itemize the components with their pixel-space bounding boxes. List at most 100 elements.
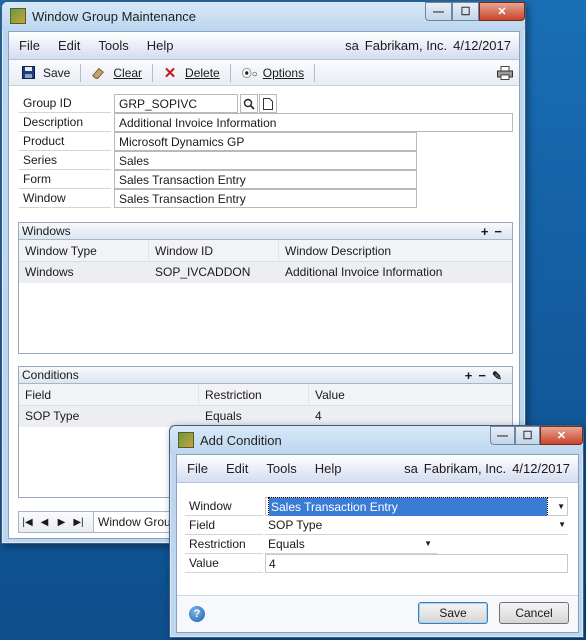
minimize-button[interactable]: — <box>490 426 515 445</box>
column-header[interactable]: Field <box>19 384 199 405</box>
edit-condition-icon[interactable]: ✎ <box>492 369 508 383</box>
menu-help[interactable]: Help <box>315 461 342 476</box>
app-icon <box>178 432 194 448</box>
menu-edit[interactable]: Edit <box>226 461 248 476</box>
condition-value-cell: 4 <box>315 409 322 423</box>
series-value: Sales <box>114 151 417 170</box>
group-id-input[interactable]: GRP_SOPIVC <box>114 94 238 113</box>
delete-label: Delete <box>185 65 220 80</box>
header-fields: Group ID GRP_SOPIVC Description Addition… <box>19 94 514 214</box>
window-title: Window Group Maintenance <box>32 8 197 24</box>
close-button[interactable]: ✕ <box>540 426 583 445</box>
window-dropdown-value: Sales Transaction Entry <box>268 497 548 517</box>
user-date: 4/12/2017 <box>453 38 511 53</box>
restriction-label: Restriction <box>185 535 263 554</box>
windows-header: Windows +− <box>19 223 512 240</box>
add-window-icon[interactable]: + <box>481 224 495 239</box>
save-icon <box>21 66 35 80</box>
dialog-footer: ? Save Cancel <box>177 595 578 632</box>
column-header[interactable]: Restriction <box>199 384 309 405</box>
menu-help[interactable]: Help <box>147 38 174 53</box>
chevron-down-icon[interactable]: ▼ <box>557 498 565 516</box>
save-button[interactable]: Save <box>418 602 488 624</box>
form-value: Sales Transaction Entry <box>114 170 417 189</box>
delete-button[interactable]: ✕ Delete <box>155 64 228 82</box>
product-label: Product <box>19 132 111 151</box>
remove-window-icon[interactable]: − <box>494 224 508 239</box>
options-label: Options <box>262 65 305 80</box>
note-icon[interactable] <box>259 94 277 113</box>
save-label: Save <box>43 65 71 80</box>
next-record-icon[interactable]: ▶ <box>53 517 70 528</box>
dialog-menubar: File Edit Tools Help sa Fabrikam, Inc. 4… <box>177 455 578 483</box>
condition-restriction-cell: Equals <box>205 409 242 423</box>
window-dropdown[interactable]: Sales Transaction Entry ▼ <box>265 497 568 517</box>
column-header[interactable]: Value <box>309 384 512 405</box>
cancel-button[interactable]: Cancel <box>499 602 569 624</box>
toolbar-divider <box>314 63 316 82</box>
main-titlebar[interactable]: Window Group Maintenance — ☐ ✕ <box>2 2 525 30</box>
last-record-icon[interactable]: ▶| <box>70 517 87 528</box>
product-value: Microsoft Dynamics GP <box>114 132 417 151</box>
status-info: sa Fabrikam, Inc. 4/12/2017 <box>345 38 519 53</box>
options-button[interactable]: ⦿○ Options <box>233 65 312 81</box>
menu-edit[interactable]: Edit <box>58 38 80 53</box>
remove-condition-icon[interactable]: − <box>478 368 492 383</box>
maximize-button[interactable]: ☐ <box>452 2 479 21</box>
window-id-cell: SOP_IVCADDON <box>155 265 251 279</box>
value-input[interactable]: 4 <box>265 554 568 573</box>
company-name: Fabrikam, Inc. <box>364 38 448 53</box>
chevron-down-icon[interactable]: ▼ <box>424 535 432 553</box>
description-input[interactable]: Additional Invoice Information <box>114 113 513 132</box>
restriction-dropdown[interactable]: Equals ▼ <box>265 535 438 554</box>
menu-tools[interactable]: Tools <box>266 461 296 476</box>
restriction-dropdown-value: Equals <box>268 537 305 551</box>
windows-title: Windows <box>22 224 71 238</box>
group-id-label: Group ID <box>19 94 111 113</box>
main-menubar: File Edit Tools Help sa Fabrikam, Inc. 4… <box>9 32 519 60</box>
conditions-header: Conditions +−✎ <box>19 367 512 384</box>
first-record-icon[interactable]: |◀ <box>19 517 36 528</box>
table-row[interactable]: SOP Type Equals 4 <box>19 406 512 427</box>
window-description-cell: Additional Invoice Information <box>285 265 443 279</box>
series-label: Series <box>19 151 111 170</box>
eraser-icon <box>91 66 105 80</box>
value-label: Value <box>185 554 263 573</box>
windows-grid-header: Window Type Window ID Window Description <box>19 240 512 262</box>
menu-tools[interactable]: Tools <box>98 38 128 53</box>
lookup-icon[interactable] <box>240 94 258 113</box>
column-header[interactable]: Window ID <box>149 240 279 261</box>
toolbar-divider <box>152 63 154 82</box>
menu-file[interactable]: File <box>19 38 40 53</box>
clear-button[interactable]: Clear <box>83 66 150 80</box>
print-icon[interactable] <box>497 65 513 80</box>
field-dropdown[interactable]: SOP Type ▼ <box>265 516 568 535</box>
window-type-cell: Windows <box>25 265 74 279</box>
user-name: sa <box>404 461 418 476</box>
conditions-grid-header: Field Restriction Value <box>19 384 512 406</box>
save-button[interactable]: Save <box>13 66 78 80</box>
column-header[interactable]: Window Description <box>279 240 512 261</box>
previous-record-icon[interactable]: ◀ <box>36 517 53 528</box>
delete-icon: ✕ <box>163 64 177 82</box>
table-row[interactable]: Windows SOP_IVCADDON Additional Invoice … <box>19 262 512 283</box>
minimize-button[interactable]: — <box>425 2 452 21</box>
window-label: Window <box>19 189 111 208</box>
window-label: Window <box>185 497 263 516</box>
chevron-down-icon[interactable]: ▼ <box>558 516 566 534</box>
main-toolbar: Save Clear ✕ Delete ⦿○ Options <box>9 60 519 86</box>
menu-file[interactable]: File <box>187 461 208 476</box>
dialog-client: File Edit Tools Help sa Fabrikam, Inc. 4… <box>176 454 579 633</box>
help-icon[interactable]: ? <box>189 606 205 622</box>
toolbar-divider <box>229 63 231 82</box>
dialog-titlebar[interactable]: Add Condition — ☐ ✕ <box>170 426 583 454</box>
toolbar-divider <box>80 63 82 82</box>
add-condition-icon[interactable]: + <box>465 368 479 383</box>
close-button[interactable]: ✕ <box>479 2 525 21</box>
dialog-title: Add Condition <box>200 432 282 448</box>
user-name: sa <box>345 38 359 53</box>
window-value: Sales Transaction Entry <box>114 189 417 208</box>
maximize-button[interactable]: ☐ <box>515 426 540 445</box>
add-condition-dialog: Add Condition — ☐ ✕ File Edit Tools Help… <box>169 425 584 638</box>
column-header[interactable]: Window Type <box>19 240 149 261</box>
